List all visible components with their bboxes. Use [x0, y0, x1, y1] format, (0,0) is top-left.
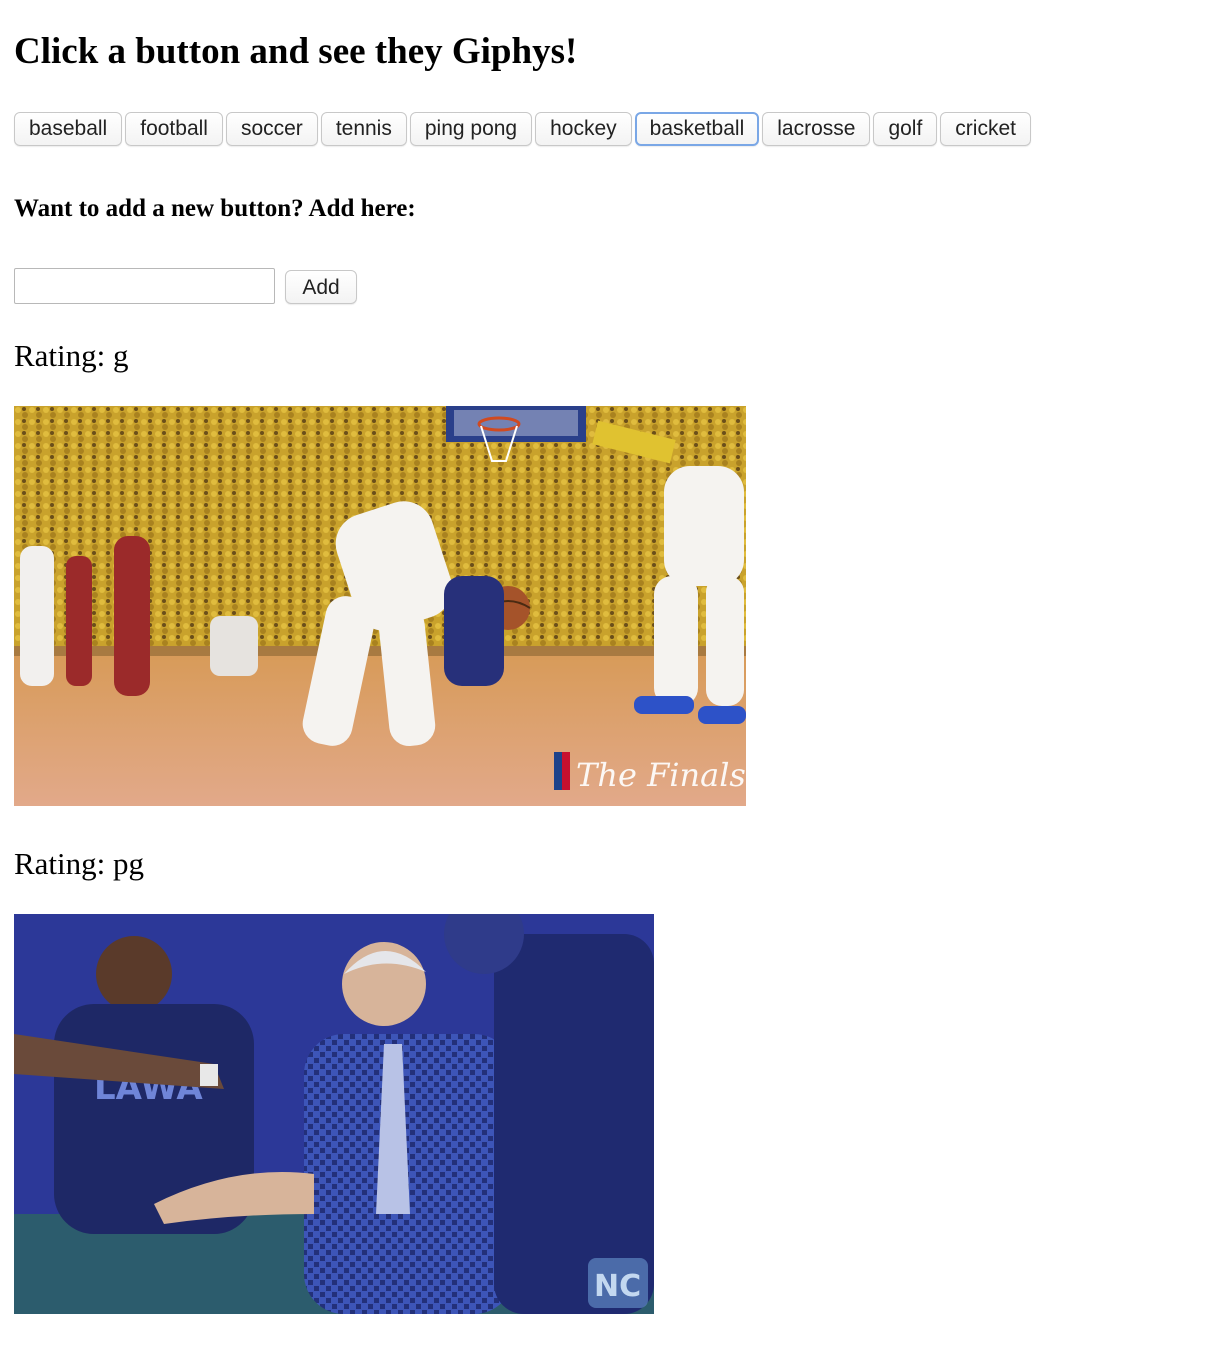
player-wine-left — [66, 556, 92, 686]
add-topic-button[interactable]: Add — [285, 270, 357, 304]
right-player-jersey — [664, 466, 744, 586]
topic-button-bar: baseball football soccer tennis ping pon… — [14, 112, 1031, 146]
coach-plaid-jacket — [304, 1034, 514, 1314]
finals-watermark: The Finals — [576, 756, 746, 794]
gif-rating-label: Rating: g — [14, 338, 129, 373]
gif-image-coach-celebration[interactable]: LAWA NC — [14, 914, 654, 1314]
topic-button-football[interactable]: football — [125, 112, 223, 146]
topic-button-soccer[interactable]: soccer — [225, 112, 318, 146]
svg-text:NC: NC — [594, 1269, 641, 1304]
gif-basketball-finals-art: The Finals — [14, 406, 746, 806]
page-title: Click a button and see they Giphys! — [14, 31, 578, 72]
topic-button-basketball[interactable]: basketball — [634, 112, 760, 146]
topic-button-cricket[interactable]: cricket — [940, 112, 1031, 146]
topic-button-baseball[interactable]: baseball — [14, 112, 123, 146]
right-figure — [494, 934, 654, 1314]
gif-image-basketball-finals[interactable]: The Finals — [14, 406, 746, 806]
player-head — [96, 936, 172, 1012]
add-button-heading: Want to add a new button? Add here: — [14, 195, 416, 222]
new-topic-input[interactable] — [14, 268, 275, 304]
gif-rating-label: Rating: pg — [14, 846, 145, 881]
topic-button-lacrosse[interactable]: lacrosse — [762, 112, 871, 146]
defender-player — [444, 576, 504, 686]
unc-logo: NC — [588, 1258, 648, 1308]
gif-coach-celebration-art: LAWA NC — [14, 914, 654, 1314]
topic-button-tennis[interactable]: tennis — [320, 112, 407, 146]
player-white-left — [20, 546, 54, 686]
topic-button-ping-pong[interactable]: ping pong — [409, 112, 533, 146]
topic-button-golf[interactable]: golf — [873, 112, 938, 146]
topic-button-hockey[interactable]: hockey — [535, 112, 632, 146]
